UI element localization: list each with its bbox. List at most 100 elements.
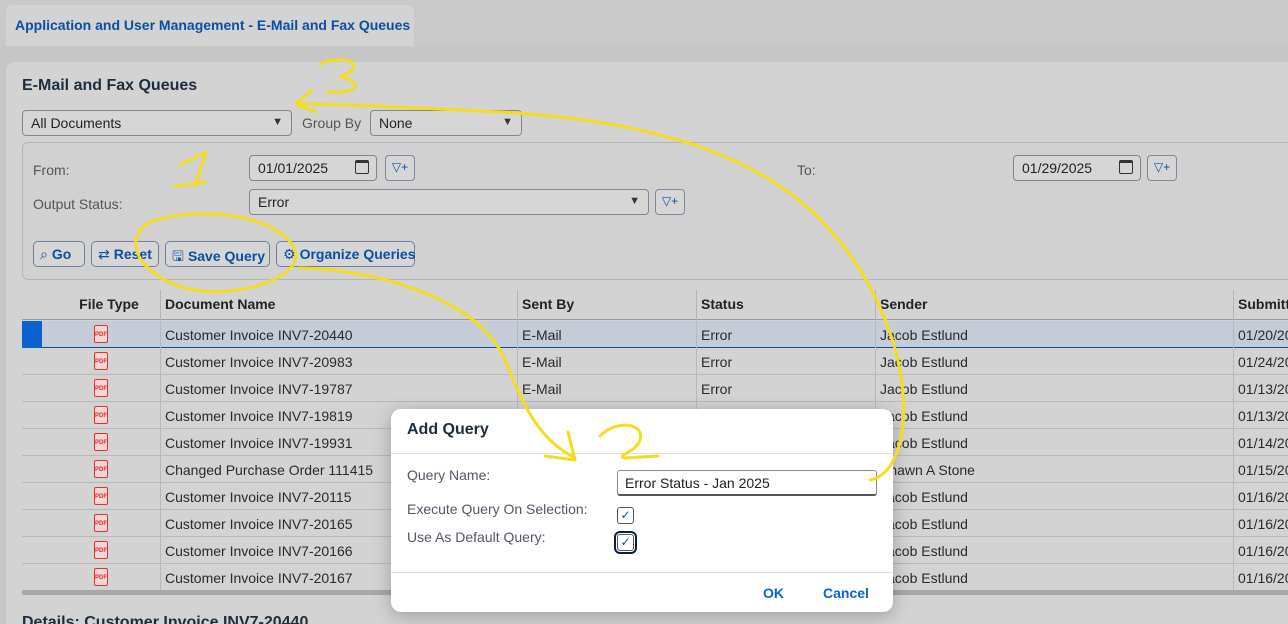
column-document-name[interactable]: Document Name [161,290,518,320]
sender-cell: Jacob Estlund [876,510,1234,537]
file-type-cell: PDF [22,375,161,402]
table-row[interactable]: PDF Customer Invoice INV7-20983 E-Mail Erro… [22,348,1288,375]
column-sender[interactable]: Sender [876,290,1234,320]
view-select[interactable]: All Documents ▼ [22,110,292,136]
calendar-icon[interactable] [355,160,369,174]
sender-cell: Jacob Estlund [876,564,1234,591]
status-cell: Error [697,348,876,375]
column-status[interactable]: Status [697,290,876,320]
document-name-cell: Customer Invoice INV7-19787 [161,375,518,402]
ok-button[interactable]: OK [763,585,784,601]
reset-label: Reset [113,246,152,262]
filter-bar: From: 01/01/2025 ▽+ To: 01/29/2025 ▽+ Ou… [22,142,1288,280]
save-query-label: Save Query [187,248,265,264]
column-submitted[interactable]: Submitt [1234,290,1288,320]
table-row[interactable]: PDF Customer Invoice INV7-19787 E-Mail Erro… [22,375,1288,402]
from-date-input[interactable]: 01/01/2025 [249,155,377,181]
submitted-cell: 01/14/20 [1238,435,1288,451]
from-date-value: 01/01/2025 [258,160,329,176]
sender-cell: Jacob Estlund [876,483,1234,510]
output-status-value: Error [258,194,290,210]
status-cell: Error [697,375,876,402]
pdf-icon: PDF [94,406,108,424]
file-type-cell: PDF [22,429,161,456]
organize-queries-label: Organize Queries [299,246,416,262]
execute-query-label: Execute Query On Selection: [407,501,588,517]
filter-add-icon: ▽+ [1153,160,1171,174]
submitted-cell: 01/16/20 [1238,489,1288,505]
group-by-value: None [379,115,413,131]
add-filter-to-button[interactable]: ▽+ [1147,155,1177,181]
sent-by-cell: E-Mail [518,348,697,375]
column-file-type[interactable]: File Type [22,290,161,320]
submitted-cell: 01/20/20 [1238,327,1288,343]
file-type-cell: PDF [22,483,161,510]
query-name-value: Error Status - Jan 2025 [625,475,770,491]
search-icon: ⌕ [40,246,48,262]
pdf-icon: PDF [94,379,108,397]
view-select-value: All Documents [31,115,122,131]
calendar-icon[interactable] [1119,160,1133,174]
reset-icon: ⇄ [98,246,110,262]
pdf-icon: PDF [94,541,108,559]
checkmark-icon: ✓ [620,535,631,549]
submitted-cell: 01/16/20 [1238,516,1288,532]
file-type-cell: PDF [22,510,161,537]
page-title: E-Mail and Fax Queues [22,77,198,94]
dialog-title: Add Query [407,421,489,438]
output-status-label: Output Status: [33,196,123,212]
submitted-cell: 01/24/20 [1238,354,1288,370]
save-query-button[interactable]: 🖫 Save Query [165,241,270,267]
pdf-icon: PDF [94,325,108,343]
file-type-cell: PDF [22,537,161,564]
go-button[interactable]: ⌕ Go [33,241,85,267]
add-query-dialog: Add Query Query Name: Error Status - Jan… [391,409,893,612]
document-name-cell: Customer Invoice INV7-20983 [161,348,518,375]
submitted-cell: 01/13/20 [1238,381,1288,397]
column-sent-by[interactable]: Sent By [518,290,697,320]
query-name-label: Query Name: [407,467,491,483]
group-by-label: Group By [302,115,362,131]
tab-bar: Application and User Management - E-Mail… [0,0,1288,46]
save-icon: 🖫 [172,248,184,264]
filter-add-icon: ▽+ [661,194,679,208]
submitted-cell: 01/15/20 [1238,462,1288,478]
query-name-input[interactable]: Error Status - Jan 2025 [617,470,877,496]
sender-cell: Jacob Estlund [876,321,1234,348]
sender-cell: Jacob Estlund [876,429,1234,456]
pdf-icon: PDF [94,487,108,505]
sender-cell: Jacob Estlund [876,375,1234,402]
to-date-value: 01/29/2025 [1022,160,1093,176]
pdf-icon: PDF [94,514,108,532]
add-filter-status-button[interactable]: ▽+ [655,189,685,215]
cancel-button[interactable]: Cancel [823,585,869,601]
pdf-icon: PDF [94,460,108,478]
pdf-icon: PDF [94,568,108,586]
checkmark-icon: ✓ [620,508,631,522]
sent-by-cell: E-Mail [518,321,697,348]
tab-app-user-management[interactable]: Application and User Management - E-Mail… [6,5,414,46]
sender-cell: Jacob Estlund [876,402,1234,429]
file-type-cell: PDF [22,348,161,375]
add-filter-from-button[interactable]: ▽+ [385,155,415,181]
sent-by-cell: E-Mail [518,375,697,402]
execute-query-checkbox[interactable]: ✓ [617,507,634,524]
pdf-icon: PDF [94,352,108,370]
sender-cell: Jacob Estlund [876,348,1234,375]
file-type-cell: PDF [22,402,161,429]
dialog-footer-divider [391,572,893,573]
submitted-cell: 01/16/20 [1238,570,1288,586]
file-type-cell: PDF [22,456,161,483]
filter-add-icon: ▽+ [391,160,409,174]
to-date-input[interactable]: 01/29/2025 [1013,155,1141,181]
details-title: Details: Customer Invoice INV7-20440 [22,614,309,624]
group-by-select[interactable]: None ▼ [370,110,522,136]
table-row[interactable]: PDF Customer Invoice INV7-20440 E-Mail Erro… [22,321,1288,348]
reset-button[interactable]: ⇄ Reset [91,241,159,267]
organize-queries-button[interactable]: ⚙ Organize Queries [276,241,416,267]
to-label: To: [797,162,816,178]
file-type-cell: PDF [22,564,161,591]
chevron-down-icon: ▼ [502,116,513,128]
default-query-checkbox[interactable]: ✓ [614,531,637,554]
output-status-select[interactable]: Error ▼ [249,189,649,215]
